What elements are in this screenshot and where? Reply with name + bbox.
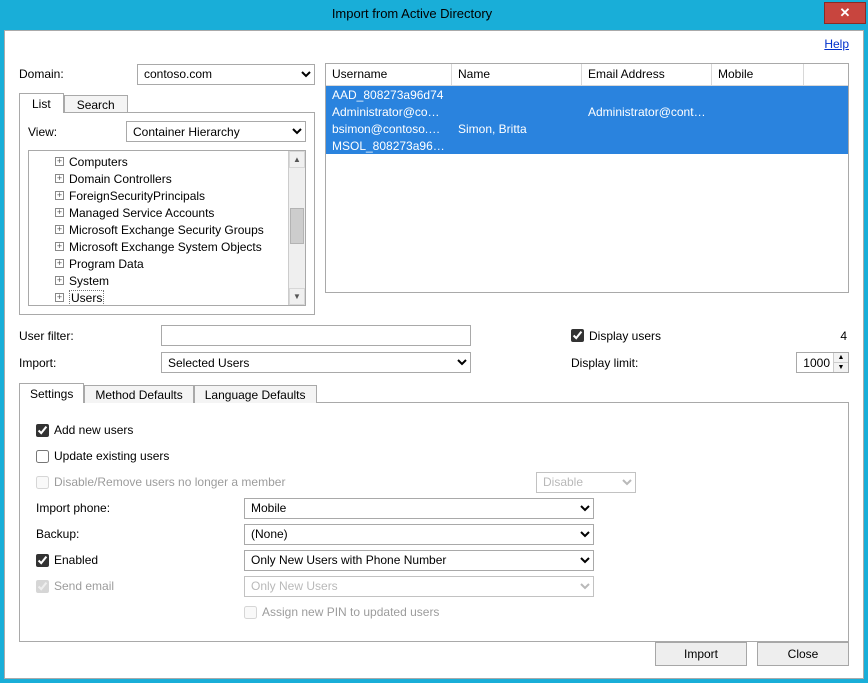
- titlebar: Import from Active Directory ✕: [0, 0, 868, 26]
- scroll-down-icon[interactable]: ▼: [289, 288, 305, 305]
- tree-scrollbar[interactable]: ▲ ▼: [288, 151, 305, 305]
- view-label: View:: [28, 125, 126, 139]
- display-users-checkbox[interactable]: Display users: [571, 329, 789, 343]
- tree-item[interactable]: + ForeignSecurityPrincipals: [31, 187, 286, 204]
- disable-remove-checkbox: Disable/Remove users no longer a member: [36, 475, 285, 489]
- tab-language-defaults[interactable]: Language Defaults: [194, 385, 317, 403]
- expand-icon[interactable]: +: [55, 174, 64, 183]
- help-link[interactable]: Help: [824, 37, 849, 51]
- expand-icon[interactable]: +: [55, 191, 64, 200]
- list-row[interactable]: MSOL_808273a96d74: [326, 137, 848, 154]
- tree-item[interactable]: + Computers: [31, 153, 286, 170]
- tree-item[interactable]: + Microsoft Exchange Security Groups: [31, 221, 286, 238]
- send-email-combo: Only New Users: [244, 576, 594, 597]
- tree-item[interactable]: + System: [31, 272, 286, 289]
- list-cell: Administrator@contos...: [582, 105, 712, 119]
- list-cell: Simon, Britta: [452, 122, 582, 136]
- domain-combo[interactable]: contoso.com: [137, 64, 315, 85]
- enabled-combo[interactable]: Only New Users with Phone Number: [244, 550, 594, 571]
- col-name[interactable]: Name: [452, 64, 582, 86]
- close-button[interactable]: Close: [757, 642, 849, 666]
- update-existing-checkbox[interactable]: Update existing users: [36, 449, 169, 463]
- assign-pin-checkbox: Assign new PIN to updated users: [244, 605, 439, 619]
- expand-icon[interactable]: +: [55, 242, 64, 251]
- spin-down-icon[interactable]: ▼: [833, 363, 848, 372]
- list-cell: bsimon@contoso.com: [326, 122, 452, 136]
- expand-icon[interactable]: +: [55, 225, 64, 234]
- import-phone-label: Import phone:: [36, 501, 110, 515]
- list-row[interactable]: bsimon@contoso.comSimon, Britta: [326, 120, 848, 137]
- users-listview[interactable]: Username Name Email Address Mobile AAD_8…: [325, 63, 849, 293]
- domain-label: Domain:: [19, 67, 137, 81]
- import-phone-combo[interactable]: Mobile: [244, 498, 594, 519]
- listview-header: Username Name Email Address Mobile: [326, 64, 848, 86]
- user-filter-label: User filter:: [19, 329, 161, 343]
- import-button[interactable]: Import: [655, 642, 747, 666]
- expand-icon[interactable]: +: [55, 293, 64, 302]
- tree-item-label: Managed Service Accounts: [69, 206, 214, 220]
- view-combo[interactable]: Container Hierarchy: [126, 121, 306, 142]
- tree-item-label: Users: [69, 290, 104, 306]
- tree-item-label: Program Data: [69, 257, 144, 271]
- list-row[interactable]: Administrator@contos... Administrator@con…: [326, 103, 848, 120]
- backup-combo[interactable]: (None): [244, 524, 594, 545]
- add-new-users-checkbox[interactable]: Add new users: [36, 423, 133, 437]
- tree-item-label: Microsoft Exchange System Objects: [69, 240, 262, 254]
- col-email[interactable]: Email Address: [582, 64, 712, 86]
- close-icon[interactable]: ✕: [824, 2, 866, 24]
- backup-label: Backup:: [36, 527, 79, 541]
- tree-item-label: ForeignSecurityPrincipals: [69, 189, 205, 203]
- tree-item[interactable]: + Managed Service Accounts: [31, 204, 286, 221]
- result-count: 4: [789, 329, 849, 343]
- display-limit-label: Display limit:: [571, 356, 789, 370]
- tree-item[interactable]: + Domain Controllers: [31, 170, 286, 187]
- tab-list[interactable]: List: [19, 93, 64, 113]
- tree-item[interactable]: + Microsoft Exchange System Objects: [31, 238, 286, 255]
- col-mobile[interactable]: Mobile: [712, 64, 804, 86]
- expand-icon[interactable]: +: [55, 157, 64, 166]
- tree-item-label: Microsoft Exchange Security Groups: [69, 223, 264, 237]
- send-email-checkbox: Send email: [36, 579, 114, 593]
- spin-up-icon[interactable]: ▲: [833, 353, 848, 363]
- import-label: Import:: [19, 356, 161, 370]
- expand-icon[interactable]: +: [55, 276, 64, 285]
- tree-item[interactable]: + Program Data: [31, 255, 286, 272]
- col-spacer: [804, 64, 848, 86]
- window-title: Import from Active Directory: [0, 6, 824, 21]
- scroll-thumb[interactable]: [290, 208, 304, 244]
- list-row[interactable]: AAD_808273a96d74: [326, 86, 848, 103]
- tab-settings[interactable]: Settings: [19, 383, 84, 403]
- tab-search[interactable]: Search: [64, 95, 128, 113]
- col-username[interactable]: Username: [326, 64, 452, 86]
- expand-icon[interactable]: +: [55, 259, 64, 268]
- tree-item[interactable]: + Users: [31, 289, 286, 305]
- container-tree[interactable]: + Computers + Domain Controllers + ForeignSec…: [29, 151, 288, 305]
- user-filter-input[interactable]: [161, 325, 471, 346]
- tree-item-label: Computers: [69, 155, 128, 169]
- tree-item-label: Domain Controllers: [69, 172, 172, 186]
- disable-remove-combo: Disable: [536, 472, 636, 493]
- display-limit-spinner[interactable]: ▲▼: [796, 352, 849, 373]
- scroll-up-icon[interactable]: ▲: [289, 151, 305, 168]
- list-cell: MSOL_808273a96d74: [326, 139, 452, 153]
- import-combo[interactable]: Selected Users: [161, 352, 471, 373]
- enabled-checkbox[interactable]: Enabled: [36, 553, 98, 567]
- tree-item-label: System: [69, 274, 109, 288]
- expand-icon[interactable]: +: [55, 208, 64, 217]
- tab-method-defaults[interactable]: Method Defaults: [84, 385, 193, 403]
- list-cell: Administrator@contos...: [326, 105, 452, 119]
- list-cell: AAD_808273a96d74: [326, 88, 452, 102]
